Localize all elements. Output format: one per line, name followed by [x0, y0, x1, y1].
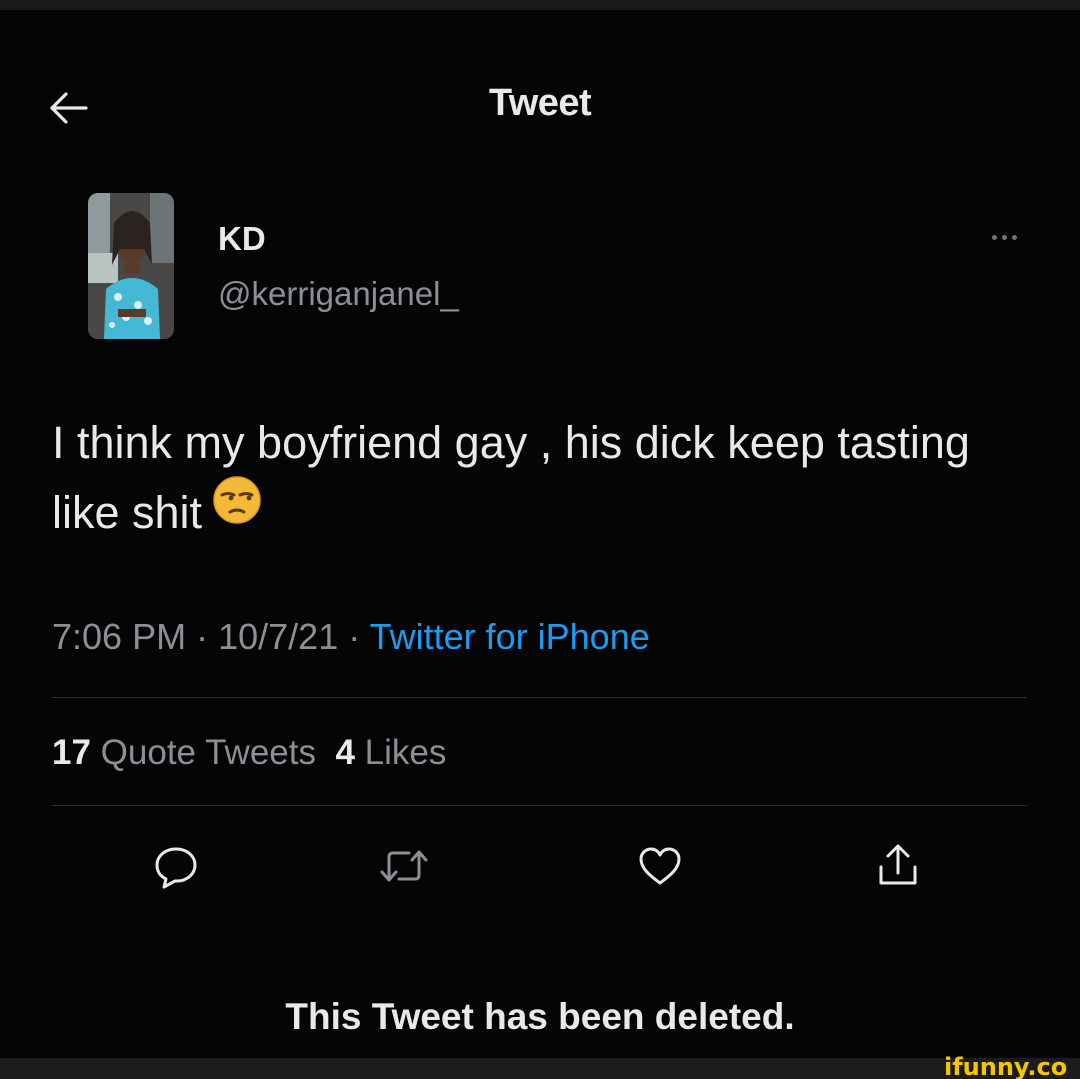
bottom-edge [0, 1058, 1080, 1079]
display-name[interactable]: KD [218, 220, 266, 258]
page-title: Tweet [488, 82, 592, 124]
profile-photo [88, 193, 174, 339]
username[interactable]: @kerriganjanel_ [218, 275, 459, 313]
deleted-notice: This Tweet has been deleted. [285, 996, 795, 1037]
quote-tweets-stat[interactable]: 17 Quote Tweets [52, 733, 316, 772]
unamused-face-emoji [212, 475, 262, 545]
avatar[interactable] [88, 193, 174, 339]
share-button[interactable] [868, 836, 928, 896]
meta-separator: · [196, 616, 209, 657]
more-dot-icon [1011, 234, 1017, 240]
tweet-source-link[interactable]: Twitter for iPhone [370, 616, 650, 657]
svg-text:ifunny.co: ifunny.co [944, 1053, 1067, 1079]
tweet-text: I think my boyfriend gay , his dick keep… [52, 417, 970, 538]
tweet-time: 7:06 PM [52, 616, 187, 657]
quote-count: 17 [52, 733, 91, 772]
tweet-date: 10/7/21 [218, 616, 339, 657]
reply-button[interactable] [146, 836, 206, 896]
ifunny-watermark-logo: ifunny.co [944, 1053, 1067, 1079]
quote-label: Quote Tweets [100, 733, 316, 772]
meta-separator: · [348, 616, 361, 657]
more-dot-icon [1001, 234, 1007, 240]
more-options-button[interactable] [980, 222, 1028, 252]
reply-icon [155, 847, 197, 889]
share-icon [879, 844, 917, 885]
more-dot-icon [991, 234, 997, 240]
tweet-text-block: I think my boyfriend gay , his dick keep… [52, 408, 1012, 548]
divider [52, 697, 1027, 698]
retweet-icon [380, 850, 428, 882]
like-count: 4 [335, 733, 355, 772]
top-edge [0, 0, 1080, 10]
like-button[interactable] [630, 836, 690, 896]
heart-icon [639, 847, 681, 885]
tweet-meta: 7:06 PM · 10/7/21 · Twitter for iPhone [52, 616, 650, 658]
tweet-stats: 17 Quote Tweets 4 Likes [52, 733, 446, 773]
divider [52, 805, 1027, 806]
likes-stat[interactable]: 4 Likes [335, 733, 446, 772]
like-label: Likes [364, 733, 447, 772]
retweet-button[interactable] [374, 836, 434, 896]
